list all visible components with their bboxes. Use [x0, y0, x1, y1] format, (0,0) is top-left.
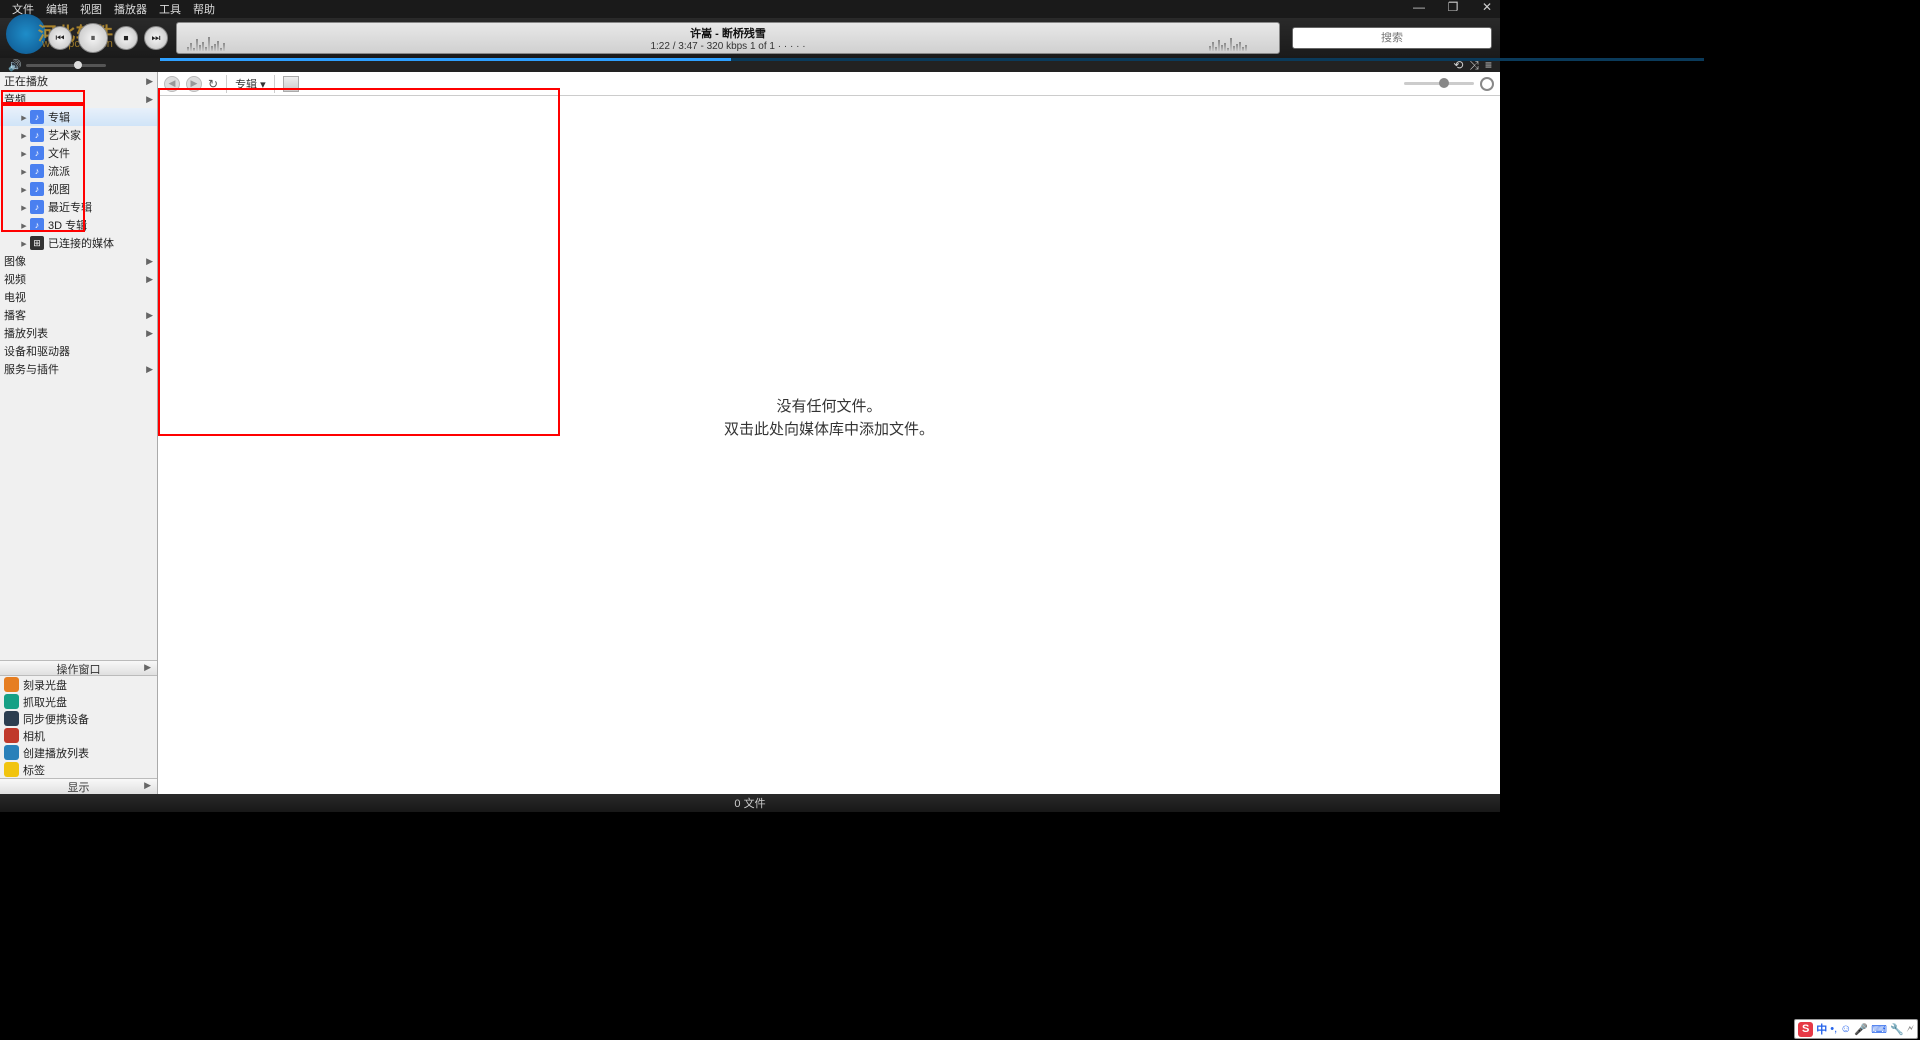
op-rip-disc[interactable]: 抓取光盘 [0, 693, 157, 710]
sidebar-item-audio[interactable]: 音频▶ [0, 90, 157, 108]
next-track-button[interactable]: ⏭ [144, 26, 168, 50]
sidebar-item-services[interactable]: 服务与插件▶ [0, 360, 157, 378]
search-box[interactable] [1292, 27, 1492, 49]
music-icon [30, 146, 44, 160]
sidebar-item-tv[interactable]: 电视 [0, 288, 157, 306]
ime-toolbar[interactable]: S 中 •, ☺ 🎤 ⌨ 🔧 🗲 [1794, 1019, 1918, 1039]
menu-edit[interactable]: 编辑 [40, 1, 74, 17]
sidebar-item-album[interactable]: 专辑 [0, 108, 157, 126]
stop-button[interactable]: ⏹ [114, 26, 138, 50]
group-by-dropdown[interactable]: 专辑 ▾ [235, 76, 266, 92]
status-text: 0 文件 [734, 795, 765, 811]
waveform-right-icon [1209, 33, 1269, 51]
sidebar-item-podcast[interactable]: 播客▶ [0, 306, 157, 324]
waveform-left-icon [187, 33, 247, 51]
op-create-playlist[interactable]: 创建播放列表 [0, 744, 157, 761]
nav-back-button[interactable]: ◀ [164, 76, 180, 92]
search-input[interactable] [1303, 32, 1481, 44]
sidebar-item-video[interactable]: 视频▶ [0, 270, 157, 288]
refresh-button[interactable]: ↻ [208, 77, 218, 91]
nav-forward-button[interactable]: ▶ [186, 76, 202, 92]
menu-bar: 文件 编辑 视图 播放器 工具 帮助 — ❐ ✕ [0, 0, 1500, 18]
ime-settings-icon[interactable]: 🔧 [1890, 1023, 1904, 1036]
annotation-highlight-main [158, 88, 560, 436]
sidebar-item-files[interactable]: 文件 [0, 144, 157, 162]
content-toolbar: ◀ ▶ ↻ 专辑 ▾ [158, 72, 1500, 96]
sidebar-item-connected-media[interactable]: ⊞已连接的媒体 [0, 234, 157, 252]
sidebar-item-devices[interactable]: 设备和驱动器 [0, 342, 157, 360]
op-burn-disc[interactable]: 刻录光盘 [0, 676, 157, 693]
sidebar-item-now-playing[interactable]: 正在播放▶ [0, 72, 157, 90]
show-panel-toggle[interactable]: 显示▶ [0, 778, 157, 794]
music-icon [30, 200, 44, 214]
ime-punct-icon[interactable]: •, [1830, 1023, 1837, 1035]
playlist-icon [4, 745, 19, 760]
sidebar-item-3d-album[interactable]: 3D 专辑 [0, 216, 157, 234]
ime-mic-icon[interactable]: 🎤 [1854, 1023, 1868, 1036]
content-area[interactable]: 没有任何文件。 双击此处向媒体库中添加文件。 [158, 96, 1500, 794]
music-icon [30, 182, 44, 196]
view-mode-button[interactable] [283, 76, 299, 92]
track-display[interactable]: 许嵩 - 断桥残雪 1:22 / 3:47 - 320 kbps 1 of 1 … [176, 22, 1280, 54]
volume-slider[interactable] [26, 64, 106, 67]
ime-emoji-icon[interactable]: ☺ [1840, 1023, 1851, 1035]
ime-logo-icon[interactable]: S [1798, 1022, 1813, 1037]
sidebar: 正在播放▶ 音频▶ 专辑 艺术家 文件 流派 视图 最近专辑 3D 专辑 ⊞已连… [0, 72, 158, 794]
ime-skin-icon[interactable]: 🗲 [1907, 1023, 1914, 1036]
camera-icon [4, 728, 19, 743]
operations-list: 刻录光盘 抓取光盘 同步便携设备 相机 创建播放列表 标签 [0, 676, 157, 778]
empty-library-message: 没有任何文件。 双击此处向媒体库中添加文件。 [724, 395, 934, 439]
player-bar: 河北软件 www.pc059.cn ⏮ ⏸ ⏹ ⏭ 许嵩 - 断桥残雪 1:22… [0, 18, 1500, 58]
op-camera[interactable]: 相机 [0, 727, 157, 744]
window-maximize-button[interactable]: ❐ [1444, 0, 1462, 14]
menu-player[interactable]: 播放器 [108, 1, 153, 17]
menu-help[interactable]: 帮助 [187, 1, 221, 17]
sidebar-item-genre[interactable]: 流派 [0, 162, 157, 180]
ime-keyboard-icon[interactable]: ⌨ [1871, 1023, 1887, 1036]
sidebar-item-view[interactable]: 视图 [0, 180, 157, 198]
window-close-button[interactable]: ✕ [1478, 0, 1496, 14]
sidebar-item-recent-album[interactable]: 最近专辑 [0, 198, 157, 216]
menu-tools[interactable]: 工具 [153, 1, 187, 17]
tag-icon [4, 762, 19, 777]
music-icon [30, 110, 44, 124]
sidebar-item-image[interactable]: 图像▶ [0, 252, 157, 270]
track-title: 许嵩 - 断桥残雪 [690, 25, 766, 41]
ime-language-toggle[interactable]: 中 [1816, 1021, 1827, 1037]
main-panel: ◀ ▶ ↻ 专辑 ▾ 没有任何文件。 双击此处向媒体库中添加文件。 [158, 72, 1500, 794]
status-bar: 0 文件 [0, 794, 1500, 812]
music-icon [30, 218, 44, 232]
music-icon [30, 128, 44, 142]
burn-icon [4, 677, 19, 692]
sidebar-item-playlist[interactable]: 播放列表▶ [0, 324, 157, 342]
thumbnail-size-slider[interactable] [1404, 82, 1474, 85]
op-tags[interactable]: 标签 [0, 761, 157, 778]
menu-view[interactable]: 视图 [74, 1, 108, 17]
window-minimize-button[interactable]: — [1410, 0, 1428, 14]
op-sync-device[interactable]: 同步便携设备 [0, 710, 157, 727]
menu-file[interactable]: 文件 [6, 1, 40, 17]
sync-icon [4, 711, 19, 726]
device-icon: ⊞ [30, 236, 44, 250]
sidebar-item-artist[interactable]: 艺术家 [0, 126, 157, 144]
play-pause-button[interactable]: ⏸ [78, 23, 108, 53]
operations-panel-title[interactable]: 操作窗口▶ [0, 660, 157, 676]
track-meta: 1:22 / 3:47 - 320 kbps 1 of 1 · · · · · [650, 41, 805, 52]
rip-icon [4, 694, 19, 709]
music-icon [30, 164, 44, 178]
prev-track-button[interactable]: ⏮ [48, 26, 72, 50]
playback-progress[interactable] [160, 58, 1704, 61]
volume-icon[interactable]: 🔊 [8, 59, 22, 72]
fullscreen-button[interactable] [1480, 77, 1494, 91]
library-tree: 正在播放▶ 音频▶ 专辑 艺术家 文件 流派 视图 最近专辑 3D 专辑 ⊞已连… [0, 72, 157, 660]
